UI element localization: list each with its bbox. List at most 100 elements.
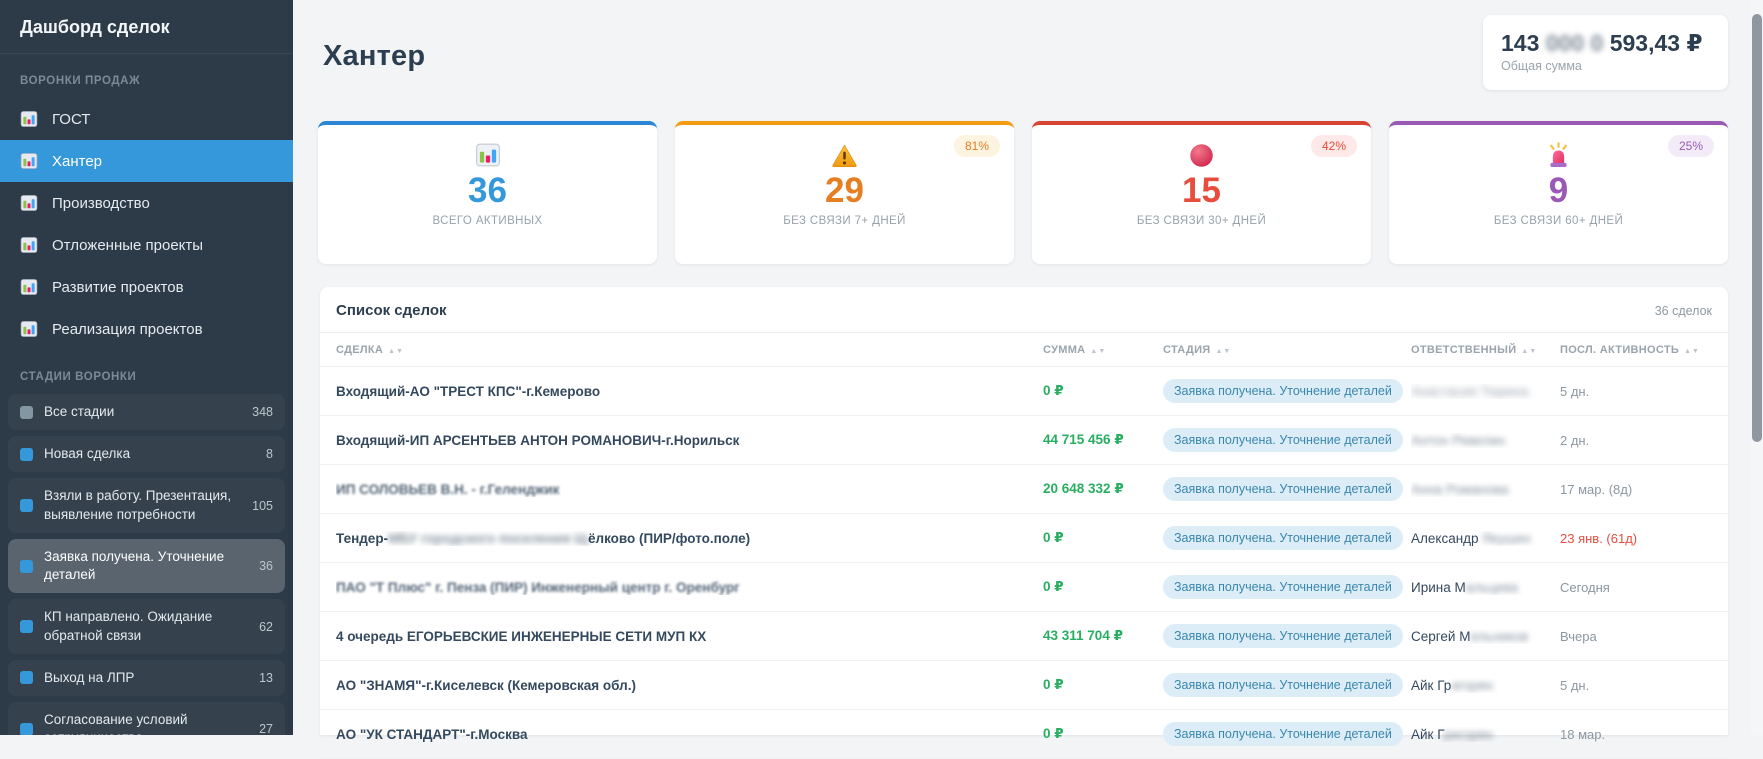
table-column-header[interactable]: СТАДИЯ▲▼ (1163, 344, 1411, 356)
table-row[interactable]: АО "ЗНАМЯ"-г.Киселевск (Кемеровская обл.… (320, 661, 1728, 710)
stat-card-value: 36 (318, 173, 657, 210)
deal-sum: 44 715 456 ₽ (1043, 432, 1163, 448)
deal-sum: 43 311 704 ₽ (1043, 628, 1163, 644)
stage-count: 348 (244, 405, 273, 419)
stage-dot-icon (20, 723, 33, 735)
stage-count: 13 (251, 671, 273, 685)
deal-name: ПАО "Т Плюс" г. Пенза (ПИР) Инженерный ц… (336, 580, 1043, 595)
table-body: Входящий-АО "ТРЕСТ КПС"-г.Кемерово 0 ₽ З… (320, 367, 1728, 759)
table-column-header[interactable]: СУММА▲▼ (1043, 344, 1163, 356)
table-row[interactable]: ИП СОЛОВЬЕВ В.Н. - г.Геленджик 20 648 33… (320, 465, 1728, 514)
table-column-header[interactable]: ОТВЕТСТВЕННЫЙ▲▼ (1411, 344, 1560, 356)
sort-arrows-icon[interactable]: ▲▼ (1216, 348, 1232, 355)
sidebar-funnel-item[interactable]: Хантер (0, 140, 293, 182)
stage-dot-icon (20, 406, 33, 419)
bar-chart-icon (20, 194, 38, 212)
deal-responsible: Александр Якушин (1411, 531, 1560, 546)
stat-card-label: БЕЗ СВЯЗИ 7+ ДНЕЙ (675, 215, 1014, 227)
stage-label: Новая сделка (44, 445, 130, 463)
funnel-label: ГОСТ (52, 111, 90, 128)
app-title: Дашборд сделок (0, 0, 293, 54)
sidebar-stage-item[interactable]: Все стадии 348 (8, 394, 285, 430)
sidebar-funnel-item[interactable]: Отложенные проекты (0, 224, 293, 266)
stage-list: Все стадии 348 Новая сделка 8 Взяли в ра… (0, 394, 293, 735)
stage-dot-icon (20, 448, 33, 461)
table-title: Список сделок (336, 302, 447, 319)
deal-stage-badge: Заявка получена. Уточнение деталей (1163, 379, 1403, 403)
funnel-label: Развитие проектов (52, 279, 184, 296)
funnel-label: Реализация проектов (52, 321, 203, 338)
bar-chart-icon (20, 236, 38, 254)
stage-label: КП направлено. Ожидание обратной связи (44, 608, 240, 644)
sort-arrows-icon[interactable]: ▲▼ (1684, 348, 1700, 355)
sort-arrows-icon[interactable]: ▲▼ (1090, 348, 1106, 355)
deal-name: 4 очередь ЕГОРЬЕВСКИЕ ИНЖЕНЕРНЫЕ СЕТИ МУ… (336, 629, 1043, 644)
stages-section-label: СТАДИИ ВОРОНКИ (0, 350, 293, 394)
total-sum-label: Общая сумма (1483, 59, 1728, 73)
siren-icon (1545, 142, 1572, 169)
bar-chart-icon (20, 152, 38, 170)
deals-table-panel: Список сделок 36 сделок СДЕЛКА▲▼ СУММА▲▼… (320, 287, 1728, 735)
table-row[interactable]: Входящий-ИП АРСЕНТЬЕВ АНТОН РОМАНОВИЧ-г.… (320, 416, 1728, 465)
stat-card-percent-badge: 25% (1668, 135, 1714, 157)
bar-chart-icon (20, 110, 38, 128)
bar-chart-icon (20, 278, 38, 296)
table-count-label: 36 сделок (1655, 304, 1712, 318)
deal-name: АО "УК СТАНДАРТ"-г.Москва (336, 727, 1043, 742)
stat-card-label: ВСЕГО АКТИВНЫХ (318, 215, 657, 227)
total-sum-value: 143 000 0 593,43 ₽ (1483, 15, 1728, 59)
stat-card: 15 БЕЗ СВЯЗИ 30+ ДНЕЙ 42% (1032, 121, 1371, 264)
stage-label: Выход на ЛПР (44, 669, 134, 687)
sort-arrows-icon[interactable]: ▲▼ (388, 348, 404, 355)
stat-card-value: 9 (1389, 173, 1728, 210)
funnel-icon-slot (20, 236, 38, 254)
deal-name: Тендер-МБУ городского поселения Щёлково … (336, 531, 1043, 546)
deal-stage-badge: Заявка получена. Уточнение деталей (1163, 722, 1403, 746)
deal-last-activity: 18 мар. (1560, 727, 1712, 742)
deal-last-activity: Сегодня (1560, 580, 1712, 595)
deal-stage-badge: Заявка получена. Уточнение деталей (1163, 624, 1403, 648)
table-column-row: СДЕЛКА▲▼ СУММА▲▼ СТАДИЯ▲▼ ОТВЕТСТВЕННЫЙ▲… (320, 333, 1728, 367)
table-row[interactable]: Входящий-АО "ТРЕСТ КПС"-г.Кемерово 0 ₽ З… (320, 367, 1728, 416)
scrollbar-thumb[interactable] (1752, 14, 1762, 442)
stat-card-icon-slot (318, 140, 657, 170)
sidebar-funnel-item[interactable]: Развитие проектов (0, 266, 293, 308)
deal-sum: 0 ₽ (1043, 726, 1163, 742)
deal-last-activity: 5 дн. (1560, 384, 1712, 399)
table-row[interactable]: ПАО "Т Плюс" г. Пенза (ПИР) Инженерный ц… (320, 563, 1728, 612)
funnel-label: Отложенные проекты (52, 237, 203, 254)
sidebar-stage-item[interactable]: Согласование условий сотрудничества 27 (8, 702, 285, 735)
sidebar-funnel-item[interactable]: ГОСТ (0, 98, 293, 140)
table-row[interactable]: Тендер-МБУ городского поселения Щёлково … (320, 514, 1728, 563)
funnel-icon-slot (20, 152, 38, 170)
table-column-header[interactable]: ПОСЛ. АКТИВНОСТЬ▲▼ (1560, 344, 1712, 356)
funnel-label: Производство (52, 195, 150, 212)
sidebar-stage-item[interactable]: Выход на ЛПР 13 (8, 660, 285, 696)
funnel-icon-slot (20, 194, 38, 212)
sidebar-stage-item[interactable]: КП направлено. Ожидание обратной связи 6… (8, 599, 285, 653)
sidebar-stage-item[interactable]: Новая сделка 8 (8, 436, 285, 472)
deal-stage-badge: Заявка получена. Уточнение деталей (1163, 673, 1403, 697)
stage-count: 105 (244, 499, 273, 513)
funnel-icon-slot (20, 110, 38, 128)
deal-sum: 0 ₽ (1043, 677, 1163, 693)
sidebar-funnel-item[interactable]: Производство (0, 182, 293, 224)
deal-last-activity: 2 дн. (1560, 433, 1712, 448)
deal-last-activity: 5 дн. (1560, 678, 1712, 693)
sort-arrows-icon[interactable]: ▲▼ (1521, 348, 1537, 355)
table-column-header[interactable]: СДЕЛКА▲▼ (336, 344, 1043, 356)
sidebar-stage-item[interactable]: Заявка получена. Уточнение деталей 36 (8, 539, 285, 593)
deal-stage-badge: Заявка получена. Уточнение деталей (1163, 575, 1403, 599)
deal-sum: 0 ₽ (1043, 530, 1163, 546)
stat-card-label: БЕЗ СВЯЗИ 60+ ДНЕЙ (1389, 215, 1728, 227)
redacted-amount: 000 0 (1546, 30, 1604, 56)
sidebar-stage-item[interactable]: Взяли в работу. Презентация, выявление п… (8, 478, 285, 532)
sidebar-funnel-item[interactable]: Реализация проектов (0, 308, 293, 350)
stage-dot-icon (20, 671, 33, 684)
stat-card: 29 БЕЗ СВЯЗИ 7+ ДНЕЙ 81% (675, 121, 1014, 264)
deal-responsible: Анна Романова (1411, 482, 1560, 497)
stat-card-percent-badge: 42% (1311, 135, 1357, 157)
stage-count: 8 (258, 447, 273, 461)
scrollbar-track[interactable] (1751, 0, 1763, 735)
table-row[interactable]: 4 очередь ЕГОРЬЕВСКИЕ ИНЖЕНЕРНЫЕ СЕТИ МУ… (320, 612, 1728, 661)
